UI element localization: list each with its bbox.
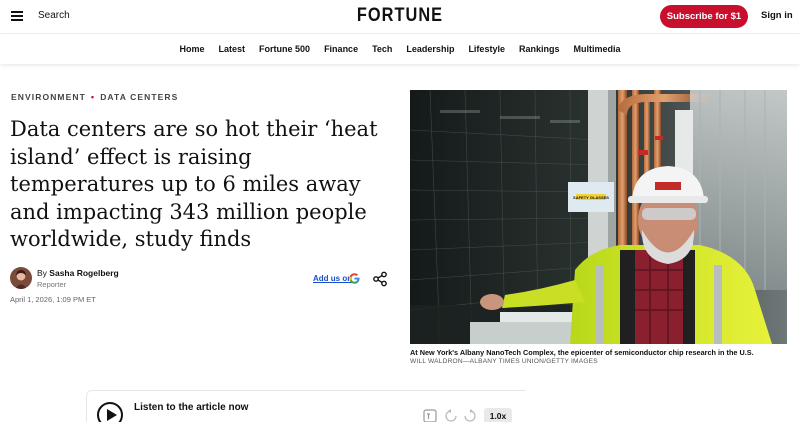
google-icon[interactable] xyxy=(349,273,360,284)
author-row: By Sasha Rogelberg Reporter Add us on xyxy=(10,267,390,291)
play-button[interactable] xyxy=(97,402,123,422)
forward-icon[interactable] xyxy=(463,409,477,422)
fortune-logo[interactable]: FORTUNE xyxy=(56,5,744,27)
nav-item-lifestyle[interactable]: Lifestyle xyxy=(468,44,505,54)
main-nav: Home Latest Fortune 500 Finance Tech Lea… xyxy=(0,33,800,64)
publish-date: April 1, 2026, 1:09 PM ET xyxy=(10,295,96,304)
image-credit: WILL WALDRON—ALBANY TIMES UNION/GETTY IM… xyxy=(410,358,598,365)
author-name-link[interactable]: Sasha Rogelberg xyxy=(49,268,118,278)
image-caption: At New York's Albany NanoTech Complex, t… xyxy=(410,348,754,357)
translate-icon[interactable] xyxy=(423,409,437,422)
nav-item-finance[interactable]: Finance xyxy=(324,44,358,54)
share-icon[interactable] xyxy=(372,271,388,287)
rewind-icon[interactable] xyxy=(444,409,458,422)
article-headline: Data centers are so hot their ‘heat isla… xyxy=(10,117,378,251)
kicker-separator: • xyxy=(90,92,96,102)
article-kicker: ENVIRONMENT • DATA CENTERS xyxy=(11,92,178,102)
nav-item-multimedia[interactable]: Multimedia xyxy=(573,44,620,54)
byline-prefix: By xyxy=(37,268,47,278)
hero-image: SAFETY GLASSES xyxy=(410,90,787,344)
nav-item-home[interactable]: Home xyxy=(180,44,205,54)
add-us-on-google-link[interactable]: Add us on xyxy=(313,274,352,283)
subscribe-button[interactable]: Subscribe for $1 xyxy=(660,5,748,28)
author-role: Reporter xyxy=(37,280,67,289)
kicker-environment-link[interactable]: ENVIRONMENT xyxy=(11,92,86,102)
author-avatar[interactable] xyxy=(10,267,32,289)
playback-speed-button[interactable]: 1.0x xyxy=(484,408,512,422)
nav-item-latest[interactable]: Latest xyxy=(219,44,246,54)
nav-item-fortune-500[interactable]: Fortune 500 xyxy=(259,44,310,54)
audio-player: Listen to the article now 1.0x xyxy=(86,390,526,422)
safety-sign-text: SAFETY GLASSES xyxy=(573,195,609,200)
kicker-data-centers-link[interactable]: DATA CENTERS xyxy=(100,92,178,102)
listen-label: Listen to the article now xyxy=(134,402,249,413)
nav-item-rankings[interactable]: Rankings xyxy=(519,44,560,54)
top-bar: Search FORTUNE Subscribe for $1 Sign in xyxy=(0,0,800,33)
sign-in-link[interactable]: Sign in xyxy=(761,10,793,21)
nav-item-tech[interactable]: Tech xyxy=(372,44,392,54)
byline: By Sasha Rogelberg xyxy=(37,268,119,278)
nav-item-leadership[interactable]: Leadership xyxy=(406,44,454,54)
hamburger-menu-icon[interactable] xyxy=(11,11,23,21)
